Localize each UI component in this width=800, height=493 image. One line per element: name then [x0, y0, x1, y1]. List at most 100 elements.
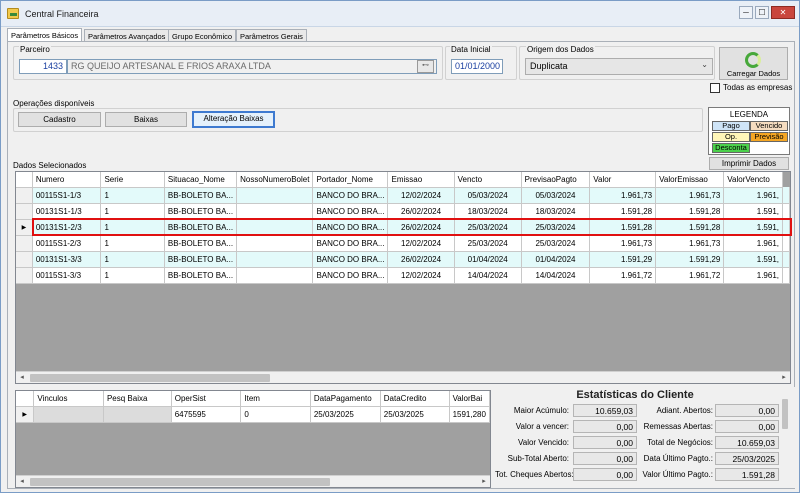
column-header[interactable]: Serie — [100, 172, 165, 188]
table-cell[interactable]: 1.591,28 — [589, 219, 657, 236]
column-header[interactable]: Numero — [32, 172, 102, 188]
table-cell[interactable]: BB-BOLETO BA... — [164, 251, 238, 268]
column-header[interactable]: Pesq Baixa — [103, 391, 172, 407]
table-cell[interactable]: 14/04/2024 — [454, 267, 522, 284]
column-header[interactable]: PrevisaoPagto — [521, 172, 591, 188]
column-header[interactable]: Situacao_Nome — [164, 172, 238, 188]
table-cell[interactable]: 12/02/2024 — [387, 267, 455, 284]
row-indicator-icon[interactable] — [16, 235, 33, 252]
table-cell[interactable] — [236, 251, 314, 268]
pesq-baixa-button[interactable] — [103, 406, 172, 423]
scroll-left-icon[interactable]: ◂ — [16, 476, 28, 487]
maximize-button[interactable]: ☐ — [755, 6, 769, 19]
table-cell[interactable]: 1.591,29 — [589, 251, 657, 268]
table-cell[interactable]: 1.961, — [723, 187, 783, 204]
data-inicial-input[interactable]: 01/01/2000 — [451, 59, 503, 74]
column-header[interactable]: DataCredito — [380, 391, 450, 407]
table-cell[interactable] — [236, 203, 314, 220]
table-cell[interactable]: 1.961,73 — [655, 187, 725, 204]
table-cell[interactable]: 1.591, — [723, 203, 783, 220]
table-cell[interactable]: BANCO DO BRA... — [312, 235, 389, 252]
baixas-grid-hscrollbar[interactable]: ◂ ▸ — [16, 475, 490, 487]
column-header[interactable]: Emissao — [387, 172, 455, 188]
scroll-right-icon[interactable]: ▸ — [778, 372, 790, 383]
table-cell[interactable]: 25/03/2025 — [380, 406, 450, 423]
parceiro-code-input[interactable]: 1433 — [19, 59, 67, 74]
scroll-left-icon[interactable]: ◂ — [16, 372, 28, 383]
table-cell[interactable]: 00131S1-2/3 — [32, 219, 102, 236]
table-cell[interactable]: 1 — [100, 203, 165, 220]
table-cell[interactable]: 1 — [100, 235, 165, 252]
table-cell[interactable]: 1.961,72 — [589, 267, 657, 284]
scroll-thumb[interactable] — [782, 399, 788, 429]
column-header[interactable]: ValorVencto — [723, 172, 783, 188]
column-header[interactable]: Vinculos — [33, 391, 104, 407]
column-header[interactable]: Valor — [589, 172, 657, 188]
table-cell[interactable]: BANCO DO BRA... — [312, 219, 389, 236]
table-cell[interactable] — [236, 235, 314, 252]
table-cell[interactable]: 1 — [100, 251, 165, 268]
table-cell[interactable]: 1.961, — [723, 267, 783, 284]
table-row[interactable]: ▶ 6475595 0 25/03/2025 25/03/2025 1591,280 — [16, 406, 490, 423]
binoculars-icon[interactable]: ⊷ — [417, 60, 434, 73]
table-cell[interactable] — [236, 267, 314, 284]
alteracao-baixas-button[interactable]: Alteração Baixas — [192, 111, 275, 128]
table-cell[interactable]: 1.591,29 — [655, 251, 725, 268]
table-cell[interactable]: 00131S1-1/3 — [32, 203, 102, 220]
column-header[interactable]: NossoNumeroBolet — [236, 172, 314, 188]
table-row[interactable]: 00115S1-1/3 1 BB-BOLETO BA... BANCO DO BRA.… — [16, 187, 790, 204]
table-cell[interactable]: 25/03/2024 — [454, 235, 522, 252]
table-cell[interactable]: 18/03/2024 — [454, 203, 522, 220]
table-cell[interactable]: 1.591,28 — [655, 203, 725, 220]
column-header[interactable]: Vencto — [454, 172, 522, 188]
table-cell[interactable]: 25/03/2024 — [521, 219, 591, 236]
table-cell[interactable]: 14/04/2024 — [521, 267, 591, 284]
column-header[interactable]: ValorBai — [449, 391, 490, 407]
close-button[interactable]: ✕ — [771, 6, 795, 19]
carregar-dados-button[interactable]: Carregar Dados — [719, 47, 788, 80]
estatisticas-vscrollbar[interactable] — [780, 389, 790, 485]
table-cell[interactable]: 1.591,28 — [655, 219, 725, 236]
row-indicator-icon[interactable] — [16, 251, 33, 268]
table-row[interactable]: 00115S1-3/3 1 BB-BOLETO BA... BANCO DO BRA.… — [16, 267, 790, 284]
title-bar[interactable]: Central Financeira ─ ☐ ✕ — [1, 1, 799, 27]
row-indicator-icon[interactable]: ▶ — [16, 219, 33, 236]
cadastro-button[interactable]: Cadastro — [18, 112, 101, 127]
table-cell[interactable]: BANCO DO BRA... — [312, 267, 389, 284]
main-grid-hscrollbar[interactable]: ◂ ▸ — [16, 371, 790, 383]
table-cell[interactable]: 25/03/2024 — [521, 235, 591, 252]
table-cell[interactable]: 1591,280 — [449, 406, 490, 423]
row-indicator-icon[interactable] — [16, 267, 33, 284]
table-cell[interactable] — [236, 187, 314, 204]
scroll-thumb[interactable] — [30, 478, 330, 486]
baixas-grid[interactable]: Vinculos Pesq Baixa OperSist Item DataPa… — [15, 390, 491, 488]
table-cell[interactable]: BB-BOLETO BA... — [164, 187, 238, 204]
table-cell[interactable]: 1.591, — [723, 251, 783, 268]
vinculos-button[interactable] — [33, 406, 104, 423]
table-cell[interactable]: 1.591, — [723, 219, 783, 236]
column-header[interactable]: OperSist — [171, 391, 242, 407]
imprimir-dados-button[interactable]: Imprimir Dados — [709, 157, 789, 170]
minimize-button[interactable]: ─ — [739, 6, 753, 19]
table-cell[interactable]: 01/04/2024 — [454, 251, 522, 268]
table-cell[interactable]: 00115S1-3/3 — [32, 267, 102, 284]
table-cell[interactable]: BB-BOLETO BA... — [164, 219, 238, 236]
column-header[interactable]: ValorEmissao — [655, 172, 725, 188]
table-cell[interactable] — [236, 219, 314, 236]
table-cell[interactable]: 05/03/2024 — [454, 187, 522, 204]
table-row[interactable]: ▶ 00131S1-2/3 1 BB-BOLETO BA... BANCO DO BRA… — [16, 219, 790, 236]
table-cell[interactable]: 26/02/2024 — [387, 219, 455, 236]
table-cell[interactable]: 1.961,73 — [589, 187, 657, 204]
table-cell[interactable]: 00115S1-1/3 — [32, 187, 102, 204]
column-header[interactable]: Item — [240, 391, 311, 407]
table-cell[interactable]: BB-BOLETO BA... — [164, 235, 238, 252]
table-cell[interactable]: 26/02/2024 — [387, 251, 455, 268]
column-header[interactable]: DataPagamento — [310, 391, 381, 407]
parceiro-name-input[interactable]: RG QUEIJO ARTESANAL E FRIOS ARAXA LTDA ⊷ — [67, 59, 437, 74]
table-cell[interactable]: 1 — [100, 219, 165, 236]
tab-parametros-basicos[interactable]: Parâmetros Básicos — [7, 28, 83, 42]
baixas-button[interactable]: Baixas — [105, 112, 187, 127]
table-cell[interactable]: 1.961,73 — [655, 235, 725, 252]
table-cell[interactable]: 01/04/2024 — [521, 251, 591, 268]
table-cell[interactable]: 0 — [240, 406, 311, 423]
